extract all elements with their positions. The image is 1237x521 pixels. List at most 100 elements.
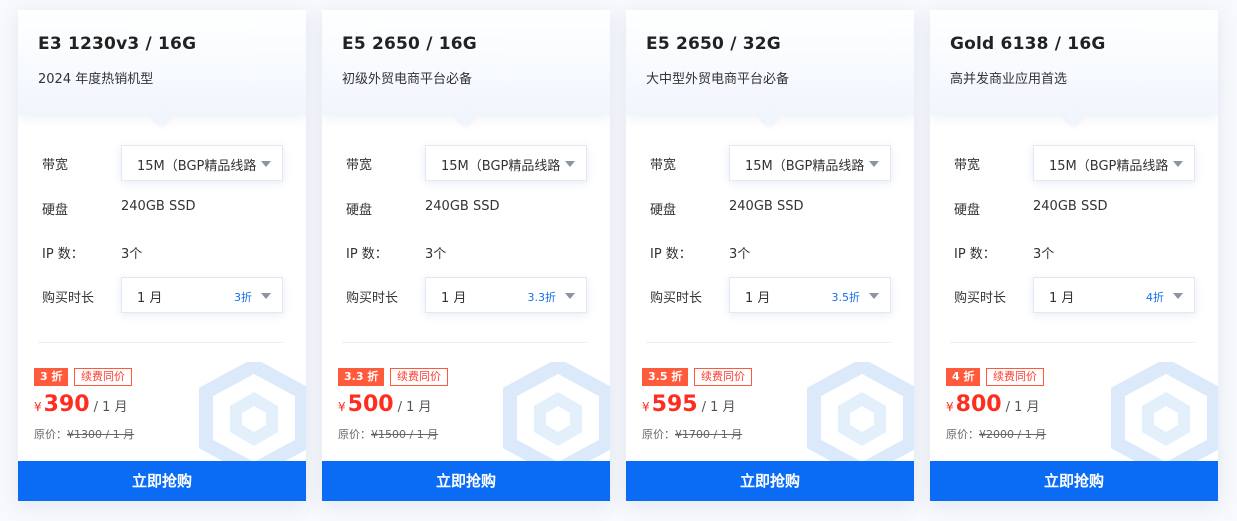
bandwidth-select[interactable]: 15M（BGP精品线路） — [1033, 145, 1195, 181]
duration-select[interactable]: 1 月 3.5折 — [729, 277, 891, 313]
discount-tag: 3 折 — [34, 368, 69, 386]
price: ¥800/ 1 月 — [946, 392, 1040, 417]
price-amount: 500 — [347, 392, 394, 417]
plan-card: E5 2650 / 32G 大中型外贸电商平台必备 带宽 15M（BGP精品线路… — [626, 10, 914, 501]
bandwidth-select-value: 15M（BGP精品线路） — [745, 159, 865, 174]
buy-now-button[interactable]: 立即抢购 — [626, 461, 914, 501]
disk-label: 硬盘 — [650, 203, 677, 218]
bandwidth-select[interactable]: 15M（BGP精品线路） — [729, 145, 891, 181]
divider — [646, 342, 892, 343]
disk-value: 240GB SSD — [1033, 199, 1108, 214]
plan-card-header: E5 2650 / 16G 初级外贸电商平台必备 — [322, 10, 610, 114]
ip-value: 3个 — [1033, 247, 1055, 262]
hexagon-icon — [503, 362, 610, 462]
disk-value: 240GB SSD — [729, 199, 804, 214]
duration-discount-badge: 3.3折 — [527, 291, 557, 304]
price: ¥595/ 1 月 — [642, 392, 736, 417]
caret-down-icon — [869, 161, 879, 167]
duration-select-value: 1 月 — [137, 291, 163, 306]
ip-label: IP 数： — [954, 247, 996, 262]
duration-label: 购买时长 — [346, 291, 399, 306]
duration-select-value: 1 月 — [441, 291, 467, 306]
plan-card: E5 2650 / 16G 初级外贸电商平台必备 带宽 15M（BGP精品线路）… — [322, 10, 610, 501]
price-amount: 595 — [651, 392, 698, 417]
renew-same-price-tag: 续费同价 — [74, 368, 132, 386]
price: ¥500/ 1 月 — [338, 392, 432, 417]
disk-value: 240GB SSD — [121, 199, 196, 214]
hexagon-icon — [807, 362, 914, 462]
plan-card-header: E3 1230v3 / 16G 2024 年度热销机型 — [18, 10, 306, 114]
original-price-prefix: 原价： — [34, 428, 67, 441]
original-price: 原价：¥1300 / 1 月 — [34, 426, 134, 442]
bandwidth-label: 带宽 — [650, 158, 677, 173]
ip-label: IP 数： — [42, 247, 84, 262]
ip-value: 3个 — [425, 247, 447, 262]
duration-label: 购买时长 — [650, 291, 703, 306]
plan-subtitle: 高并发商业应用首选 — [950, 72, 1068, 87]
caret-down-icon — [261, 293, 271, 299]
duration-select-value: 1 月 — [745, 291, 771, 306]
caret-down-icon — [869, 293, 879, 299]
price: ¥390/ 1 月 — [34, 392, 128, 417]
plan-subtitle: 2024 年度热销机型 — [38, 72, 154, 87]
original-price-prefix: 原价： — [642, 428, 675, 441]
caret-down-icon — [1173, 161, 1183, 167]
original-price-prefix: 原价： — [338, 428, 371, 441]
price-unit: / 1 月 — [93, 400, 128, 415]
duration-discount-badge: 4折 — [1146, 291, 1164, 304]
plan-title: E5 2650 / 16G — [342, 34, 477, 54]
ip-label: IP 数： — [650, 247, 692, 262]
buy-now-button[interactable]: 立即抢购 — [930, 461, 1218, 501]
disk-label: 硬盘 — [42, 203, 69, 218]
plan-card-header: E5 2650 / 32G 大中型外贸电商平台必备 — [626, 10, 914, 114]
discount-tag: 4 折 — [946, 368, 981, 386]
bandwidth-select-value: 15M（BGP精品线路） — [1049, 159, 1169, 174]
price-unit: / 1 月 — [701, 400, 736, 415]
caret-down-icon — [1173, 293, 1183, 299]
renew-same-price-tag: 续费同价 — [986, 368, 1044, 386]
bandwidth-select[interactable]: 15M（BGP精品线路） — [425, 145, 587, 181]
ip-value: 3个 — [121, 247, 143, 262]
duration-label: 购买时长 — [42, 291, 95, 306]
divider — [342, 342, 588, 343]
original-price: 原价：¥1500 / 1 月 — [338, 426, 438, 442]
original-price-prefix: 原价： — [946, 428, 979, 441]
plan-title: E5 2650 / 32G — [646, 34, 781, 54]
bandwidth-select-value: 15M（BGP精品线路） — [441, 159, 561, 174]
original-price-value: ¥1700 / 1 月 — [675, 428, 743, 441]
bandwidth-select[interactable]: 15M（BGP精品线路） — [121, 145, 283, 181]
duration-select[interactable]: 1 月 3折 — [121, 277, 283, 313]
plan-card-header: Gold 6138 / 16G 高并发商业应用首选 — [930, 10, 1218, 114]
plan-subtitle: 初级外贸电商平台必备 — [342, 72, 473, 87]
hexagon-icon — [1111, 362, 1218, 462]
bandwidth-label: 带宽 — [346, 158, 373, 173]
bandwidth-select-value: 15M（BGP精品线路） — [137, 159, 257, 174]
plan-card: Gold 6138 / 16G 高并发商业应用首选 带宽 15M（BGP精品线路… — [930, 10, 1218, 501]
currency-symbol: ¥ — [946, 400, 954, 414]
disk-value: 240GB SSD — [425, 199, 500, 214]
duration-select-value: 1 月 — [1049, 291, 1075, 306]
bandwidth-label: 带宽 — [42, 158, 69, 173]
caret-down-icon — [565, 161, 575, 167]
caret-down-icon — [261, 161, 271, 167]
discount-tag: 3.3 折 — [338, 368, 385, 386]
plan-title: Gold 6138 / 16G — [950, 34, 1106, 54]
price-unit: / 1 月 — [397, 400, 432, 415]
buy-now-button[interactable]: 立即抢购 — [18, 461, 306, 501]
ip-value: 3个 — [729, 247, 751, 262]
discount-tag: 3.5 折 — [642, 368, 689, 386]
duration-select[interactable]: 1 月 3.3折 — [425, 277, 587, 313]
price-amount: 390 — [43, 392, 90, 417]
original-price: 原价：¥2000 / 1 月 — [946, 426, 1046, 442]
plan-subtitle: 大中型外贸电商平台必备 — [646, 72, 790, 87]
currency-symbol: ¥ — [338, 400, 346, 414]
duration-label: 购买时长 — [954, 291, 1007, 306]
original-price-value: ¥1500 / 1 月 — [371, 428, 439, 441]
caret-down-icon — [565, 293, 575, 299]
ip-label: IP 数： — [346, 247, 388, 262]
divider — [950, 342, 1196, 343]
hexagon-icon — [199, 362, 306, 462]
duration-select[interactable]: 1 月 4折 — [1033, 277, 1195, 313]
buy-now-button[interactable]: 立即抢购 — [322, 461, 610, 501]
plan-title: E3 1230v3 / 16G — [38, 34, 197, 54]
